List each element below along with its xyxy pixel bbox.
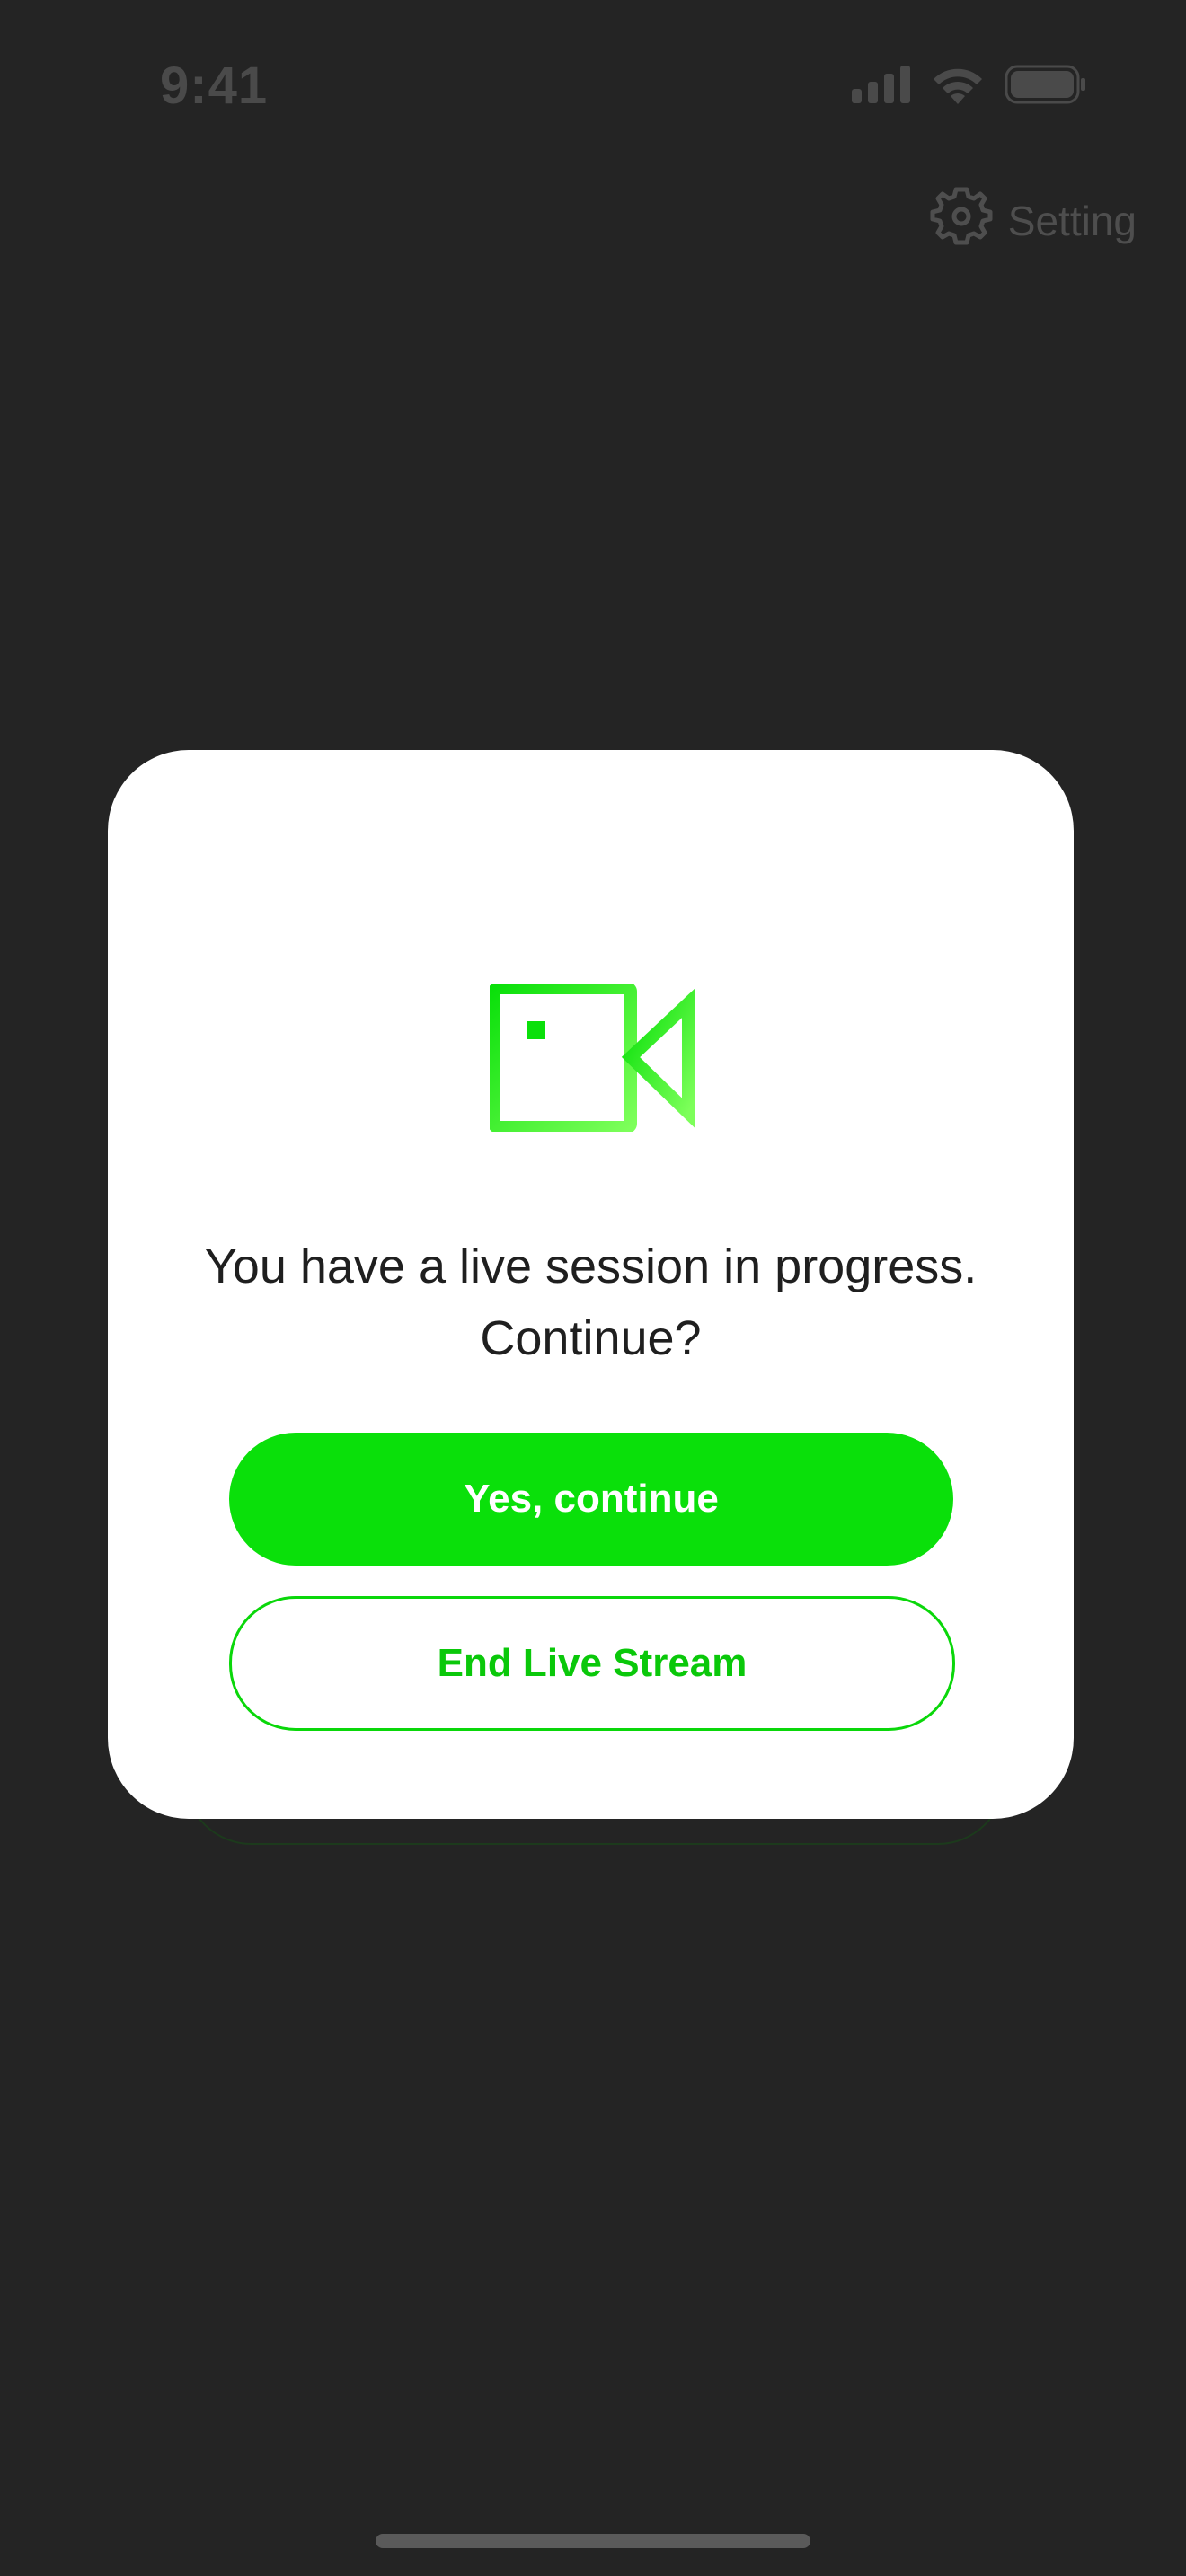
wifi-icon xyxy=(931,65,985,104)
end-live-stream-button[interactable]: End Live Stream xyxy=(229,1596,955,1731)
modal-message: You have a live session in progress. Con… xyxy=(108,1231,1074,1374)
home-indicator[interactable] xyxy=(376,2534,810,2548)
setting-button[interactable]: Setting xyxy=(927,184,1137,257)
battery-icon xyxy=(1005,65,1087,104)
status-time: 9:41 xyxy=(160,57,269,115)
modal-message-line1: You have a live session in progress. xyxy=(204,1239,978,1293)
modal-message-line2: Continue? xyxy=(480,1311,702,1365)
cellular-signal-icon xyxy=(852,66,911,103)
video-camera-icon xyxy=(488,982,696,1136)
status-icons xyxy=(852,65,1087,104)
gear-icon xyxy=(927,184,996,257)
screen: 9:41 Setting You have a live session in … xyxy=(0,0,1186,2576)
continue-button[interactable]: Yes, continue xyxy=(229,1433,953,1566)
setting-label: Setting xyxy=(1007,197,1137,244)
